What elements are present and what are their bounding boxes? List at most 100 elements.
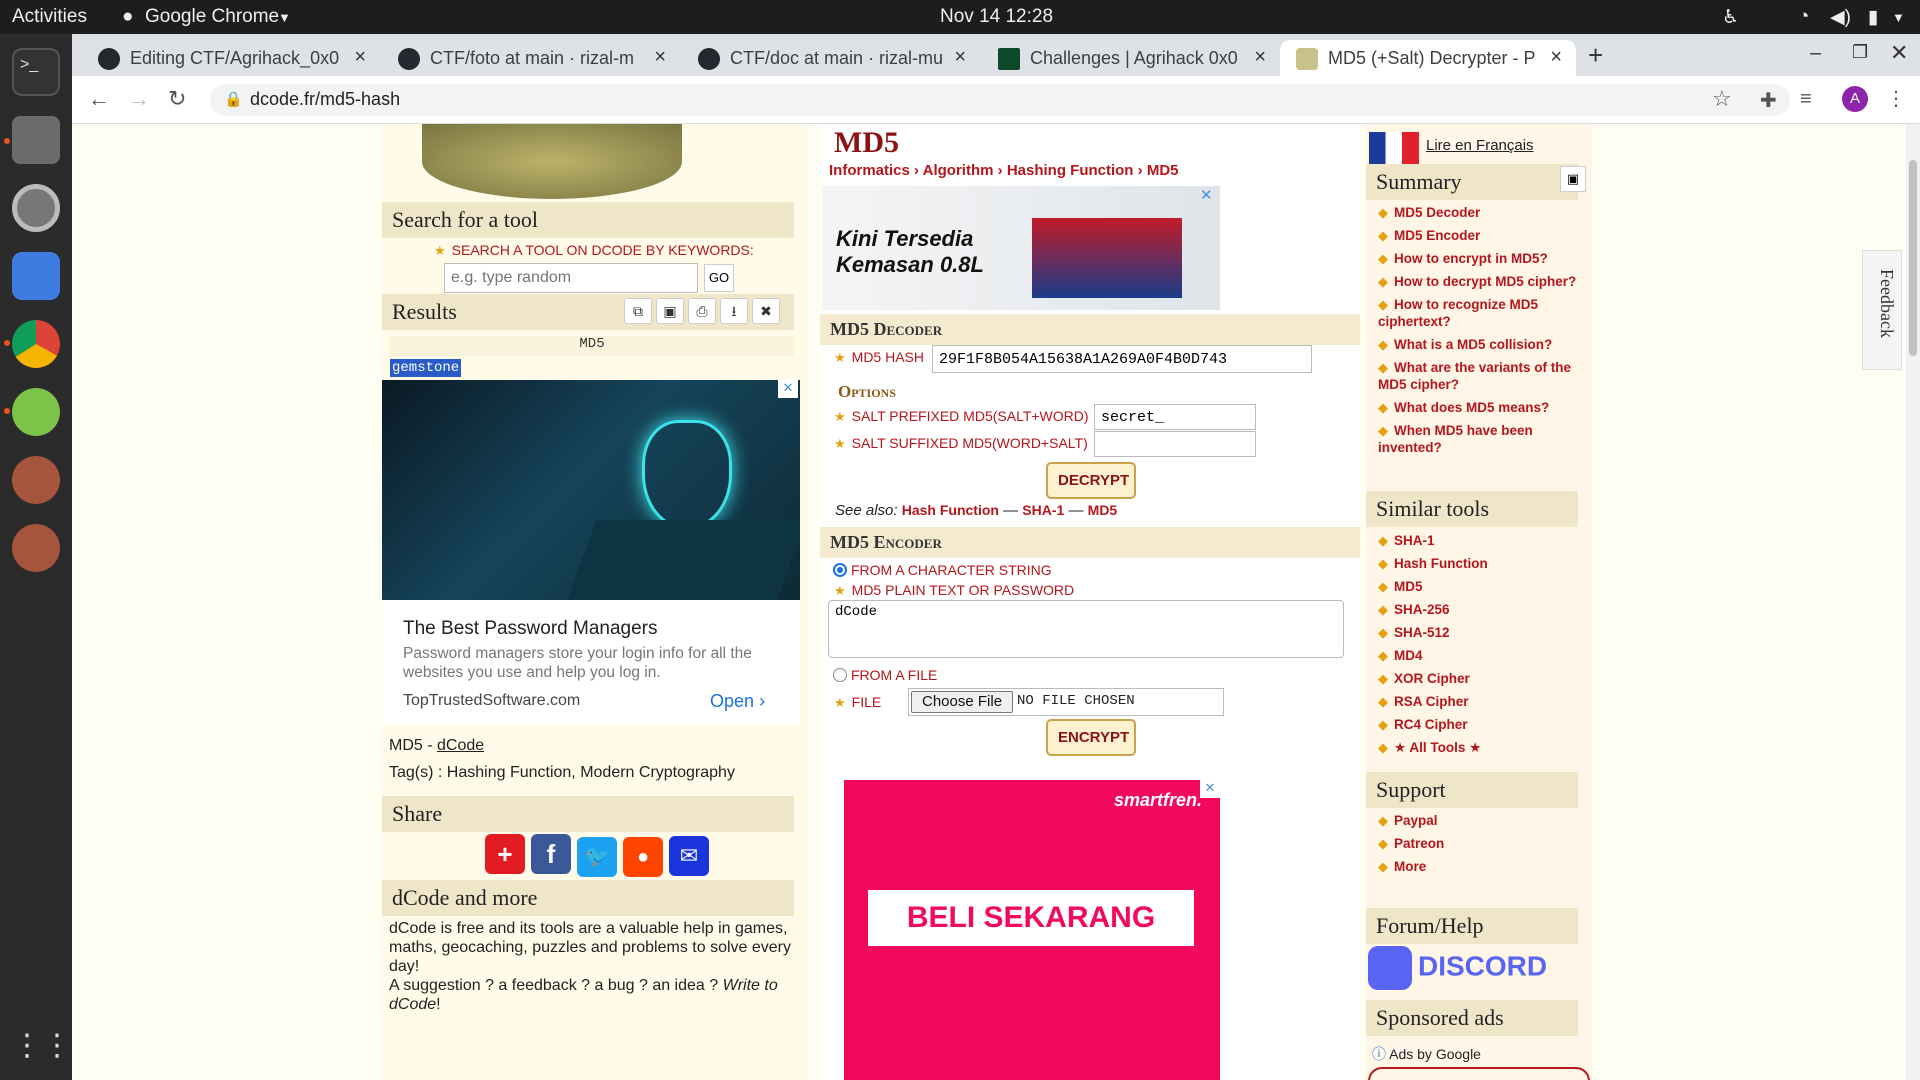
close-window-icon[interactable]: ✕ — [1890, 40, 1908, 66]
activities-button[interactable]: Activities — [12, 6, 87, 28]
terminal-icon[interactable]: >_ — [12, 48, 60, 96]
encrypt-button[interactable]: ENCRYPT — [1046, 719, 1136, 756]
see-also-link[interactable]: SHA-1 — [1022, 502, 1064, 518]
ad-image[interactable]: ✕ — [382, 380, 800, 600]
from-string-option[interactable]: FROM A CHARACTER STRING — [833, 562, 1052, 578]
summary-item[interactable]: ◆ MD5 Encoder — [1378, 227, 1583, 244]
app-menu[interactable]: Google Chrome — [145, 6, 279, 28]
breadcrumb-informatics[interactable]: Informatics — [829, 162, 910, 179]
maximize-icon[interactable]: ❐ — [1852, 42, 1868, 63]
salt-suffix-input[interactable] — [1094, 431, 1256, 457]
support-item[interactable]: ◆ More — [1378, 858, 1583, 875]
choose-file-button[interactable]: Choose File — [911, 691, 1014, 713]
adchoices-icon[interactable]: ✕ — [778, 380, 798, 398]
extensions-icon[interactable]: ✚ — [1760, 88, 1777, 113]
url-text[interactable]: dcode.fr/md5-hash — [250, 89, 400, 110]
copy-icon[interactable]: ⧉ — [624, 298, 652, 324]
summary-item[interactable]: ◆ What does MD5 means? — [1378, 399, 1583, 416]
wifi-icon[interactable]: ◔ — [1798, 6, 1809, 28]
close-icon[interactable]: × — [1550, 46, 1562, 69]
reddit-icon[interactable]: ● — [623, 837, 663, 877]
ad-smartfren[interactable]: smartfren. BELI SEKARANG ✕ — [844, 780, 1220, 1080]
summary-item[interactable]: ◆ When MD5 have been invented? — [1378, 422, 1583, 456]
app-icon[interactable] — [12, 524, 60, 572]
discord-link[interactable]: DISCORD — [1368, 946, 1547, 992]
media-icon[interactable]: ≡ — [1800, 88, 1812, 111]
adchoices-icon[interactable]: ✕ — [1200, 780, 1220, 798]
app-grid-icon[interactable]: ⋮⋮⋮ — [12, 1024, 102, 1072]
summary-item[interactable]: ◆ How to recognize MD5 ciphertext? — [1378, 296, 1583, 330]
salt-prefix-input[interactable] — [1094, 404, 1256, 430]
close-icon[interactable]: × — [354, 46, 366, 69]
settings-icon[interactable] — [12, 184, 60, 232]
radio-checked[interactable] — [833, 563, 847, 577]
close-icon[interactable]: × — [654, 46, 666, 69]
similar-item[interactable]: ◆ SHA-512 — [1378, 624, 1583, 641]
go-button[interactable]: GO — [704, 264, 734, 292]
see-also-link[interactable]: MD5 — [1088, 502, 1118, 518]
tab[interactable]: CTF/foto at main · rizal-m × — [382, 40, 680, 76]
battery-icon[interactable]: ▮ — [1868, 6, 1878, 29]
email-icon[interactable]: ✉ — [669, 836, 709, 876]
language-link[interactable]: Lire en Français — [1426, 137, 1534, 154]
clock[interactable]: Nov 14 12:28 — [940, 6, 1053, 28]
scrollbar[interactable] — [1906, 124, 1920, 1080]
summary-item[interactable]: ◆ What is a MD5 collision? — [1378, 336, 1583, 353]
ads-by-google[interactable]: ⓘ Ads by Google — [1372, 1044, 1481, 1064]
radio-unchecked[interactable] — [833, 668, 847, 682]
clear-icon[interactable]: ✖ — [752, 298, 780, 324]
similar-item[interactable]: ◆ ★ All Tools ★ — [1378, 739, 1583, 756]
breadcrumb-hashing[interactable]: Hashing Function — [1007, 162, 1134, 179]
back-icon[interactable]: ← — [88, 86, 110, 112]
support-item[interactable]: ◆ Paypal — [1378, 812, 1583, 829]
feedback-tab[interactable]: Feedback — [1862, 250, 1902, 370]
summary-item[interactable]: ◆ How to encrypt in MD5? — [1378, 250, 1583, 267]
accessibility-icon[interactable]: ♿ — [1722, 6, 1739, 29]
app-icon[interactable] — [12, 388, 60, 436]
plain-text-area[interactable]: dCode — [828, 600, 1344, 658]
close-icon[interactable]: × — [1254, 46, 1266, 69]
system-menu-icon[interactable]: ▼ — [1892, 10, 1905, 25]
minimize-icon[interactable]: – — [1810, 42, 1821, 65]
app-icon[interactable] — [12, 456, 60, 504]
ad-text-block[interactable]: The Best Password Managers Password mana… — [382, 600, 800, 724]
tab[interactable]: Editing CTF/Agrihack_0x0 × — [82, 40, 380, 76]
ad-banner[interactable]: Kini Tersedia Kemasan 0.8L ✕ — [822, 186, 1220, 310]
similar-item[interactable]: ◆ Hash Function — [1378, 555, 1583, 572]
dcode-link[interactable]: dCode — [437, 737, 484, 754]
decrypt-button[interactable]: DECRYPT — [1046, 462, 1136, 499]
similar-item[interactable]: ◆ RSA Cipher — [1378, 693, 1583, 710]
bookmark-star-icon[interactable]: ☆ — [1712, 86, 1732, 112]
breadcrumb-md5[interactable]: MD5 — [1147, 162, 1179, 179]
profile-avatar[interactable]: A — [1842, 86, 1868, 112]
share-plus-icon[interactable]: + — [485, 834, 525, 874]
twitter-icon[interactable]: 🐦 — [577, 837, 617, 877]
adchoices-icon[interactable]: ✕ — [1200, 186, 1213, 204]
tab[interactable]: CTF/doc at main · rizal-mu × — [682, 40, 980, 76]
similar-item[interactable]: ◆ SHA-256 — [1378, 601, 1583, 618]
ad-button[interactable] — [1368, 1067, 1590, 1080]
similar-item[interactable]: ◆ RC4 Cipher — [1378, 716, 1583, 733]
from-file-option[interactable]: FROM A FILE — [833, 667, 937, 683]
save-icon[interactable]: ▣ — [656, 298, 684, 324]
file-input[interactable]: Choose File NO FILE CHOSEN — [908, 688, 1224, 716]
close-icon[interactable]: × — [954, 46, 966, 69]
collapse-icon[interactable]: ▣ — [1560, 166, 1586, 192]
ad-open-link[interactable]: Open › — [710, 691, 765, 712]
menu-icon[interactable]: ⋮ — [1886, 86, 1906, 111]
similar-item[interactable]: ◆ SHA-1 — [1378, 532, 1583, 549]
ad-cta-button[interactable]: BELI SEKARANG — [868, 890, 1194, 946]
tab[interactable]: Challenges | Agrihack 0x0 × — [982, 40, 1280, 76]
similar-item[interactable]: ◆ XOR Cipher — [1378, 670, 1583, 687]
summary-item[interactable]: ◆ How to decrypt MD5 cipher? — [1378, 273, 1583, 290]
search-input[interactable] — [444, 263, 698, 293]
similar-item[interactable]: ◆ MD4 — [1378, 647, 1583, 664]
facebook-icon[interactable]: f — [531, 834, 571, 874]
scrollbar-thumb[interactable] — [1909, 160, 1917, 356]
download-icon[interactable]: ⭳ — [720, 298, 748, 324]
files-icon[interactable] — [12, 116, 60, 164]
forward-icon[interactable]: → — [128, 86, 150, 112]
breadcrumb-algorithm[interactable]: Algorithm — [923, 162, 994, 179]
support-item[interactable]: ◆ Patreon — [1378, 835, 1583, 852]
volume-icon[interactable]: ◀) — [1830, 6, 1851, 29]
